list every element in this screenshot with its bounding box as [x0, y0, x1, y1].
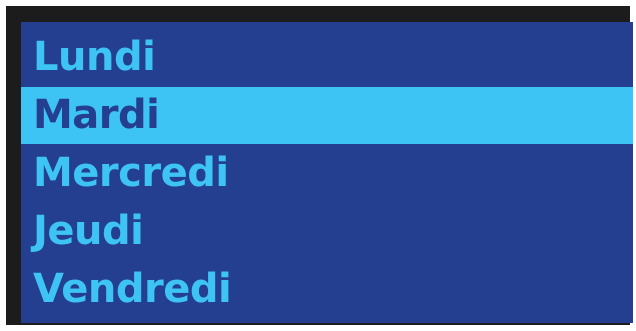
list-item-jeudi[interactable]: Jeudi [21, 203, 633, 260]
list-item-lundi[interactable]: Lundi [21, 29, 633, 86]
list-item-mardi[interactable]: Mardi [21, 87, 633, 144]
list-item-mercredi[interactable]: Mercredi [21, 145, 633, 202]
weekday-listbox[interactable]: Lundi Mardi Mercredi Jeudi Vendredi [21, 22, 633, 323]
list-item-vendredi[interactable]: Vendredi [21, 261, 633, 318]
